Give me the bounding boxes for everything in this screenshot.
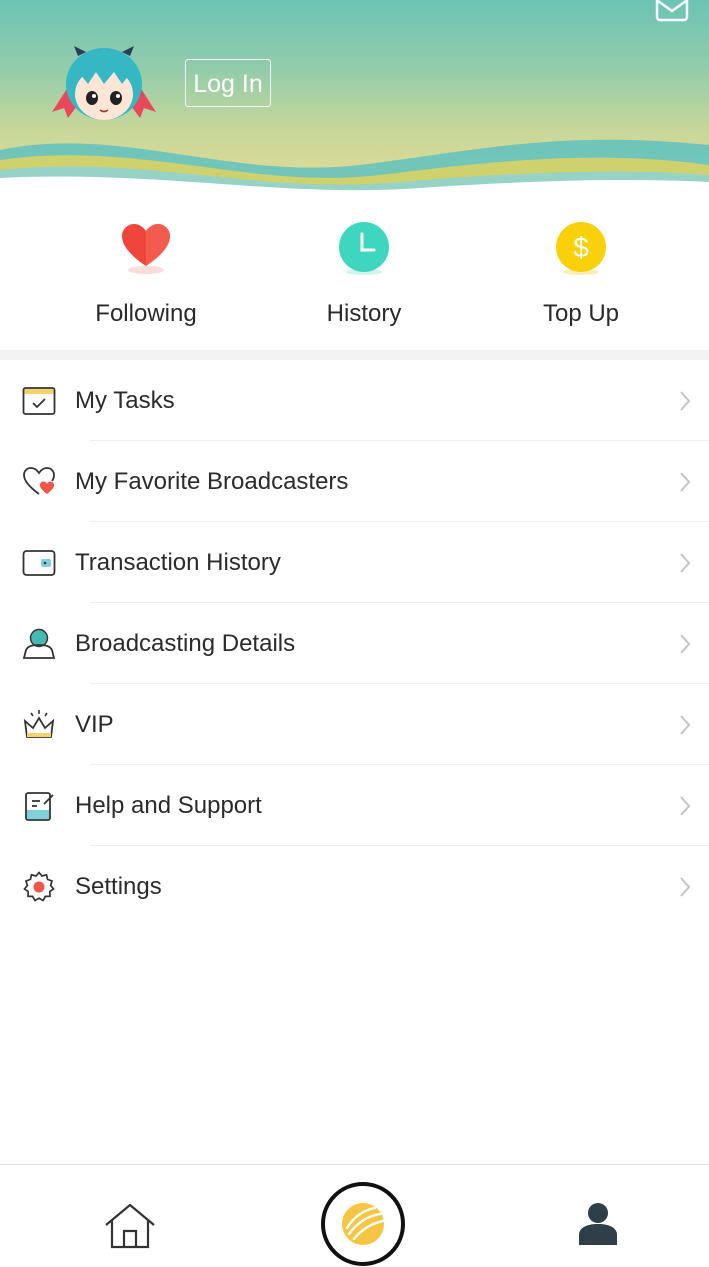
menu-label: Broadcasting Details (75, 630, 296, 657)
favorite-heart-icon (23, 467, 55, 495)
svg-text:$: $ (573, 232, 589, 263)
menu-item-settings[interactable]: Settings (0, 846, 709, 927)
chevron-right-icon (680, 715, 691, 735)
profile-header: Log In (0, 0, 709, 200)
menu-label: Settings (75, 873, 162, 900)
menu-item-favorite-broadcasters[interactable]: My Favorite Broadcasters (0, 441, 709, 522)
crown-icon (23, 710, 55, 738)
section-divider (0, 350, 709, 360)
edit-note-icon (25, 792, 54, 821)
menu-item-vip[interactable]: VIP (0, 684, 709, 765)
menu-label: My Favorite Broadcasters (75, 468, 349, 495)
chevron-right-icon (680, 472, 691, 492)
header-waves (0, 139, 709, 200)
chevron-right-icon (680, 391, 691, 411)
home-icon[interactable] (103, 1203, 157, 1249)
following-label: Following (95, 300, 197, 327)
menu-label: Help and Support (75, 792, 262, 819)
gear-icon (23, 871, 55, 902)
chevron-right-icon (680, 796, 691, 816)
menu-item-transaction-history[interactable]: Transaction History (0, 522, 709, 603)
history-label: History (326, 300, 402, 327)
menu-label: My Tasks (75, 387, 175, 414)
top-up-label: Top Up (542, 300, 620, 327)
bottom-nav (0, 1164, 709, 1267)
menu-item-broadcasting-details[interactable]: Broadcasting Details (0, 603, 709, 684)
tasks-icon (22, 387, 56, 415)
login-button[interactable]: Log In (185, 59, 271, 107)
live-stream-icon[interactable] (320, 1181, 406, 1267)
chevron-right-icon (680, 877, 691, 897)
top-up-button[interactable]: $ Top Up (496, 200, 666, 350)
chevron-right-icon (680, 553, 691, 573)
menu-item-my-tasks[interactable]: My Tasks (0, 360, 709, 441)
avatar[interactable] (50, 44, 158, 126)
dollar-coin-icon: $ (556, 222, 606, 275)
heart-icon (122, 224, 170, 274)
mail-icon[interactable] (655, 0, 689, 24)
broadcaster-icon (22, 628, 56, 659)
following-button[interactable]: Following (61, 200, 231, 350)
wallet-icon (22, 550, 56, 576)
menu-label: Transaction History (75, 549, 281, 576)
clock-icon (339, 222, 389, 275)
menu-label: VIP (75, 711, 114, 738)
menu-item-help-and-support[interactable]: Help and Support (0, 765, 709, 846)
person-icon[interactable] (576, 1201, 620, 1247)
history-button[interactable]: History (279, 200, 449, 350)
quick-actions: Following History $ Top Up (0, 200, 709, 350)
chevron-right-icon (680, 634, 691, 654)
